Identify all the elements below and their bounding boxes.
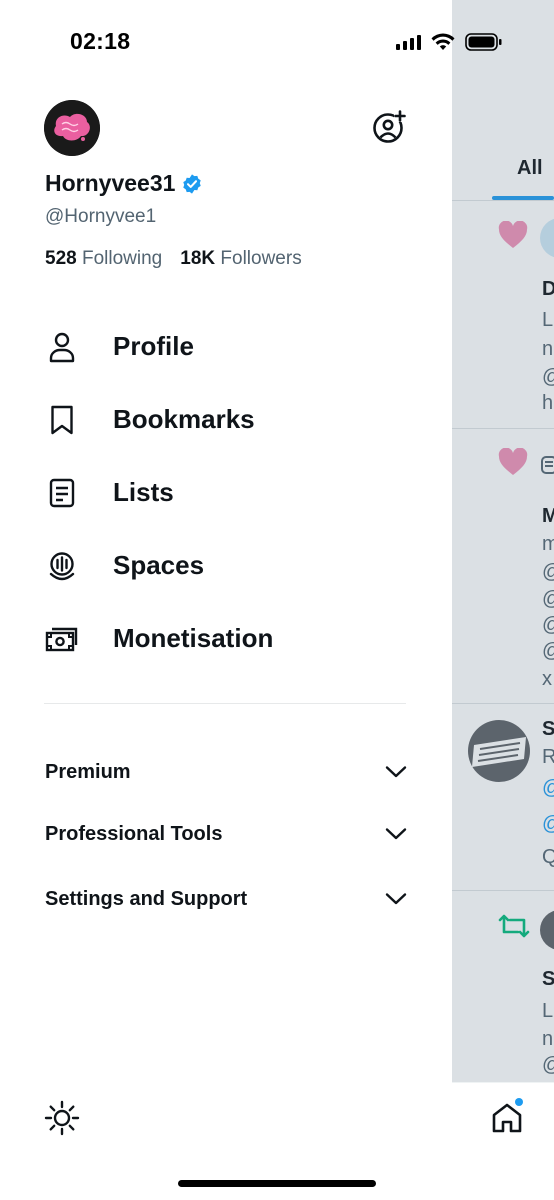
notification-text: @ (542, 588, 554, 611)
notification-text: @ (542, 777, 554, 800)
add-account-icon (373, 110, 406, 143)
notification-dot (515, 1098, 523, 1106)
heart-icon (498, 221, 528, 248)
timeline-divider (452, 200, 554, 201)
nav-label-bookmarks: Bookmarks (113, 404, 255, 434)
notification-text: @ (542, 813, 554, 836)
following-count: 528 (45, 248, 77, 269)
following-label: Following (81, 248, 163, 269)
status-time: 02:18 (70, 28, 131, 54)
navigation-drawer: 02:18 Hornyvee31 @Hornyvee1 528 Followin… (0, 0, 502, 1200)
nav-label-monetisation: Monetisation (113, 623, 274, 653)
nav-item-profile[interactable]: Profile (44, 310, 424, 383)
home-icon[interactable] (490, 1101, 524, 1135)
timeline-divider (452, 428, 554, 429)
notification-text: M (542, 505, 554, 527)
tab-all[interactable]: All (517, 157, 543, 180)
notification-text: @ (542, 366, 554, 389)
avatar (540, 910, 554, 950)
verified-badge-icon (183, 173, 202, 194)
home-indicator (178, 1180, 376, 1187)
notification-text: L (542, 1000, 554, 1022)
notification-text: @ (542, 640, 554, 663)
notification-text: n (542, 338, 554, 360)
notification-text: D (542, 278, 554, 300)
timeline-divider (452, 703, 554, 704)
nav-label-lists: Lists (113, 477, 174, 507)
avatar-logo-icon (44, 100, 100, 156)
notification-text: x (542, 668, 552, 690)
notification-text: S (542, 718, 554, 740)
user-handle: @Hornyvee1 (45, 206, 157, 227)
display-name-row[interactable]: Hornyvee31 (45, 170, 203, 197)
timeline-divider (452, 890, 554, 891)
notification-text: n (542, 1028, 554, 1050)
add-account-button[interactable] (370, 110, 406, 146)
spaces-icon (44, 548, 80, 584)
drawer-divider (44, 703, 406, 704)
bottom-tab-bar (452, 1082, 554, 1200)
nav-item-monetisation[interactable]: Monetisation (44, 602, 424, 675)
section-settings-support[interactable]: Settings and Support (45, 865, 407, 933)
nav-item-spaces[interactable]: Spaces (44, 529, 424, 602)
person-icon (44, 329, 80, 365)
notification-text: m (542, 533, 554, 555)
stretch-avatar-icon (468, 720, 530, 782)
nav-item-bookmarks[interactable]: Bookmarks (44, 383, 424, 456)
notification-text: L (542, 309, 554, 331)
money-icon (44, 621, 80, 657)
notification-text: S (542, 968, 554, 990)
section-professional-tools[interactable]: Professional Tools (45, 803, 407, 865)
notification-text: @ (542, 614, 554, 637)
avatar[interactable] (44, 100, 100, 156)
chevron-down-icon (385, 893, 407, 905)
battery-icon (465, 33, 502, 51)
theme-toggle-button[interactable] (44, 1100, 80, 1136)
nav-item-lists[interactable]: Lists (44, 456, 424, 529)
wifi-icon (431, 33, 455, 50)
chevron-down-icon (385, 766, 407, 778)
heart-icon (498, 448, 528, 475)
following-link[interactable]: 528 Following (45, 248, 162, 270)
notification-text: Q (542, 846, 554, 868)
avatar (540, 218, 554, 258)
notification-text: @ (542, 1054, 554, 1077)
follow-counts: 528 Following 18K Followers (45, 248, 302, 270)
section-label-settings-support: Settings and Support (45, 887, 248, 910)
display-name: Hornyvee31 (45, 170, 176, 196)
section-label-premium: Premium (45, 760, 131, 783)
notification-text: R (542, 746, 554, 768)
sun-icon (44, 1100, 80, 1136)
drawer-sections: Premium Professional Tools Settings and … (45, 740, 407, 933)
signal-icon (396, 34, 421, 50)
notification-text: h (542, 392, 554, 414)
list-icon (44, 475, 80, 511)
chevron-down-icon (385, 828, 407, 840)
bookmark-icon (44, 402, 80, 438)
small-avatar-icon (541, 456, 554, 474)
notification-text: @ (542, 561, 554, 584)
followers-label: Followers (220, 248, 302, 269)
drawer-nav: Profile Bookmarks Lists Spaces Monetisat… (44, 310, 424, 675)
section-premium[interactable]: Premium (45, 741, 407, 803)
nav-label-spaces: Spaces (113, 550, 205, 580)
status-icons (396, 30, 503, 54)
background-timeline[interactable]: All D L n @ h M m @ @ @ @ x S R @ @ Q S … (452, 0, 554, 1200)
followers-count: 18K (180, 248, 216, 269)
repost-icon (498, 914, 530, 938)
nav-label-profile: Profile (113, 331, 194, 361)
followers-link[interactable]: 18K Followers (180, 248, 301, 270)
section-label-professional-tools: Professional Tools (45, 822, 223, 845)
